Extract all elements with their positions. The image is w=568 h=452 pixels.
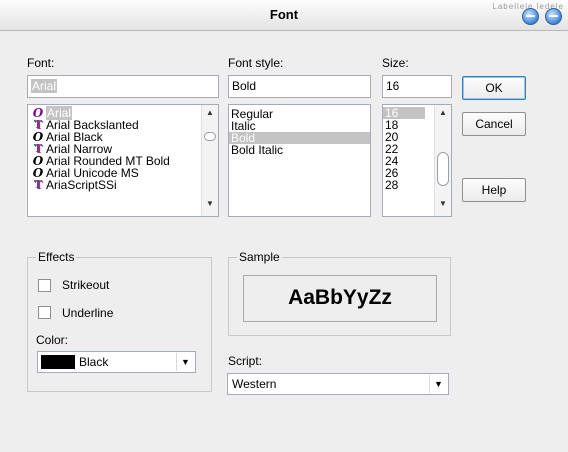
font-item-label: AriaScriptSSi xyxy=(46,178,117,192)
effects-label: Effects xyxy=(36,250,77,264)
font-style-input[interactable]: Bold xyxy=(228,75,371,98)
window-title: Font xyxy=(269,7,299,22)
minus-icon xyxy=(526,15,535,17)
scroll-up-icon[interactable]: ▲ xyxy=(202,108,218,122)
dialog-client-area: Font: Arial OArialTArial BackslantedOAri… xyxy=(0,31,568,452)
strikeout-checkbox[interactable] xyxy=(38,279,51,292)
underline-checkbox[interactable] xyxy=(38,306,51,319)
font-list-item[interactable]: TAriaScriptSSi xyxy=(28,178,218,193)
strikeout-label: Strikeout xyxy=(62,278,110,292)
color-label: Color: xyxy=(36,333,69,347)
font-style-list-item[interactable]: Bold Italic xyxy=(229,144,370,156)
font-input[interactable]: Arial xyxy=(27,75,219,98)
help-button[interactable]: Help xyxy=(462,178,526,202)
size-input[interactable]: 16 xyxy=(382,75,452,98)
sample-group: Sample AaBbYyZz xyxy=(228,250,451,336)
font-input-value: Arial xyxy=(31,79,58,93)
scroll-up-icon[interactable]: ▲ xyxy=(435,108,451,122)
truetype-font-icon: T xyxy=(32,179,44,193)
underline-label: Underline xyxy=(62,306,114,320)
size-list-item[interactable]: 28 xyxy=(383,179,425,191)
sample-preview: AaBbYyZz xyxy=(243,275,437,322)
title-bar: Font Labellele ledele xyxy=(0,0,568,31)
effects-group: Effects Strikeout Underline Color: Black… xyxy=(27,250,212,392)
chevron-down-icon[interactable]: ▼ xyxy=(429,375,447,393)
scroll-down-icon[interactable]: ▼ xyxy=(435,199,451,213)
script-dropdown[interactable]: Western ▼ xyxy=(227,373,449,395)
font-style-label: Font style: xyxy=(228,56,284,70)
font-list-scrollbar[interactable]: ▲ ▼ xyxy=(201,105,218,216)
font-list[interactable]: OArialTArial BackslantedOArial BlackTAri… xyxy=(27,104,219,217)
scroll-thumb[interactable] xyxy=(204,132,216,141)
ok-button[interactable]: OK xyxy=(462,76,526,100)
color-value: Black xyxy=(79,355,109,369)
size-list-scrollbar[interactable]: ▲ ▼ xyxy=(434,105,451,216)
size-label: Size: xyxy=(382,56,409,70)
color-dropdown[interactable]: Black ▼ xyxy=(37,351,196,373)
close-button[interactable] xyxy=(545,8,562,25)
sample-label: Sample xyxy=(237,250,282,264)
script-label: Script: xyxy=(228,354,263,368)
minimize-button[interactable] xyxy=(522,8,539,25)
font-style-list[interactable]: Regular Italic Bold Bold Italic xyxy=(228,104,371,217)
size-list[interactable]: 16 18 20 22 24 26 28 ▲ ▼ xyxy=(382,104,452,217)
font-label: Font: xyxy=(27,56,55,70)
color-swatch xyxy=(41,355,75,369)
cancel-button[interactable]: Cancel xyxy=(462,112,526,136)
script-value: Western xyxy=(232,377,277,391)
minus-icon xyxy=(549,15,558,17)
scroll-thumb[interactable] xyxy=(437,152,449,186)
chevron-down-icon[interactable]: ▼ xyxy=(176,353,194,371)
scroll-down-icon[interactable]: ▼ xyxy=(202,199,218,213)
